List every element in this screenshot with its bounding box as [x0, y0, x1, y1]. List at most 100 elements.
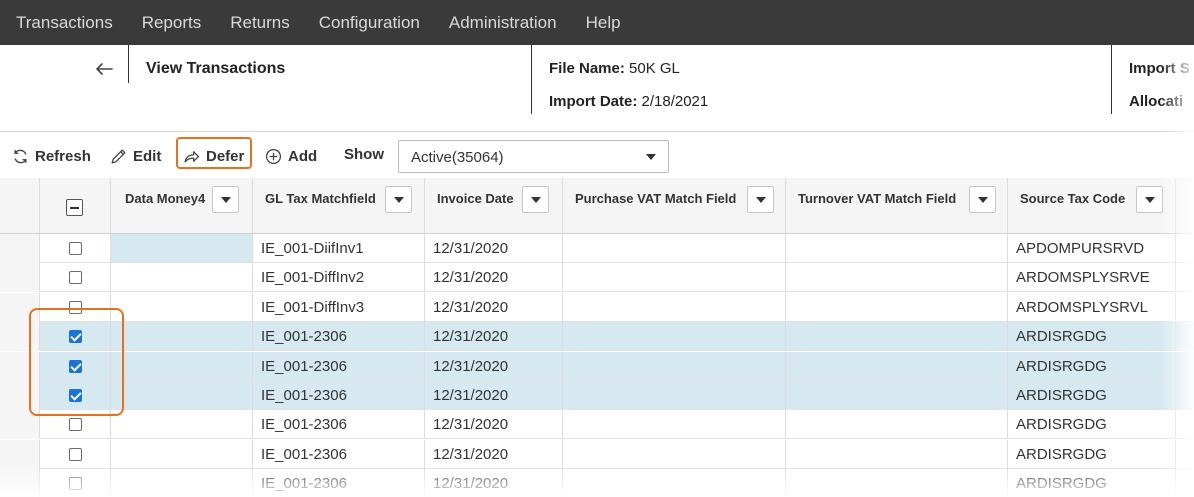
back-arrow-icon[interactable]	[92, 57, 116, 81]
divider	[128, 45, 129, 83]
cell-gl-tax-matchfield[interactable]: IE_001-DiifInv1	[253, 234, 425, 263]
cell-turnover-vat[interactable]	[786, 469, 1008, 497]
cell-gl-tax-matchfield[interactable]: IE_001-2306	[253, 440, 425, 469]
row-checkbox[interactable]	[69, 418, 82, 431]
col-filter-button[interactable]	[212, 186, 239, 213]
table-row[interactable]: IE_001-2306 12/31/2020 ARDISRGDG	[0, 381, 1194, 410]
cell-purchase-vat[interactable]	[563, 381, 786, 410]
cell-invoice-date[interactable]: 12/31/2020	[425, 293, 563, 322]
nav-administration[interactable]: Administration	[449, 13, 557, 33]
cell-source-tax-code[interactable]: ARDISRGDG	[1008, 381, 1176, 410]
edit-button[interactable]: Edit	[110, 140, 161, 172]
table-row[interactable]: IE_001-DiffInv2 12/31/2020 ARDOMSPLYSRVE	[0, 263, 1194, 292]
cell-source-tax-code[interactable]: ARDOMSPLYSRVE	[1008, 263, 1176, 292]
cell-invoice-date[interactable]: 12/31/2020	[425, 234, 563, 263]
table-row[interactable]: IE_001-2306 12/31/2020 ARDISRGDG	[0, 322, 1194, 351]
cell-purchase-vat[interactable]	[563, 469, 786, 497]
show-filter-select[interactable]: Active(35064)	[398, 140, 669, 173]
add-button[interactable]: Add	[265, 140, 317, 172]
cell-data-money4[interactable]	[111, 440, 253, 469]
cell-source-tax-code[interactable]: ARDISRGDG	[1008, 440, 1176, 469]
cell-invoice-date[interactable]: 12/31/2020	[425, 381, 563, 410]
cell-purchase-vat[interactable]	[563, 293, 786, 322]
cell-turnover-vat[interactable]	[786, 322, 1008, 351]
cell-purchase-vat[interactable]	[563, 410, 786, 439]
nav-returns[interactable]: Returns	[230, 13, 290, 33]
cell-turnover-vat[interactable]	[786, 410, 1008, 439]
table-row[interactable]: IE_001-2306 12/31/2020 ARDISRGDG	[0, 469, 1194, 497]
cell-turnover-vat[interactable]	[786, 381, 1008, 410]
cell-data-money4[interactable]	[111, 263, 253, 292]
cell-purchase-vat[interactable]	[563, 352, 786, 381]
cell-invoice-date[interactable]: 12/31/2020	[425, 263, 563, 292]
nav-configuration[interactable]: Configuration	[319, 13, 420, 33]
select-all-checkbox[interactable]	[66, 199, 83, 216]
cell-data-money4[interactable]	[111, 322, 253, 351]
col-filter-button[interactable]	[1136, 186, 1163, 213]
col-filter-button[interactable]	[969, 186, 996, 213]
cell-invoice-date[interactable]: 12/31/2020	[425, 469, 563, 497]
cell-source-tax-code[interactable]: ARDISRGDG	[1008, 410, 1176, 439]
col-filter-button[interactable]	[385, 186, 412, 213]
cell-data-money4[interactable]	[111, 234, 253, 263]
divider	[1111, 45, 1112, 114]
col-purchase-vat: Purchase VAT Match Field	[563, 178, 786, 234]
row-checkbox[interactable]	[69, 477, 82, 490]
cell-purchase-vat[interactable]	[563, 322, 786, 351]
col-purchase-vat-label: Purchase VAT Match Field	[575, 191, 737, 206]
cell-gl-tax-matchfield[interactable]: IE_001-2306	[253, 410, 425, 439]
table-row[interactable]: IE_001-DiffInv3 12/31/2020 ARDOMSPLYSRVL	[0, 293, 1194, 322]
col-invoice-date-label: Invoice Date	[437, 191, 514, 206]
col-gl-tax-matchfield: GL Tax Matchfield	[253, 178, 425, 234]
cell-data-money4[interactable]	[111, 410, 253, 439]
col-invoice-date: Invoice Date	[425, 178, 563, 234]
cell-invoice-date[interactable]: 12/31/2020	[425, 322, 563, 351]
cell-invoice-date[interactable]: 12/31/2020	[425, 440, 563, 469]
cell-data-money4[interactable]	[111, 293, 253, 322]
row-checkbox[interactable]	[69, 242, 82, 255]
cell-source-tax-code[interactable]: ARDISRGDG	[1008, 352, 1176, 381]
cell-gl-tax-matchfield[interactable]: IE_001-DiffInv2	[253, 263, 425, 292]
table-row[interactable]: IE_001-2306 12/31/2020 ARDISRGDG	[0, 410, 1194, 439]
row-checkbox[interactable]	[69, 448, 82, 461]
cell-gl-tax-matchfield[interactable]: IE_001-DiffInv3	[253, 293, 425, 322]
cell-purchase-vat[interactable]	[563, 234, 786, 263]
cell-purchase-vat[interactable]	[563, 440, 786, 469]
cell-data-money4[interactable]	[111, 352, 253, 381]
edit-label: Edit	[133, 147, 162, 165]
selection-highlight	[29, 308, 124, 416]
cell-purchase-vat[interactable]	[563, 263, 786, 292]
minus-icon	[70, 207, 79, 209]
transactions-grid: Data Money4 GL Tax Matchfield Invoice Da…	[0, 178, 1194, 497]
nav-reports[interactable]: Reports	[142, 13, 202, 33]
cell-gl-tax-matchfield[interactable]: IE_001-2306	[253, 469, 425, 497]
cell-data-money4[interactable]	[111, 381, 253, 410]
cell-turnover-vat[interactable]	[786, 293, 1008, 322]
nav-help[interactable]: Help	[586, 13, 621, 33]
cell-source-tax-code[interactable]: ARDISRGDG	[1008, 469, 1176, 497]
cell-invoice-date[interactable]: 12/31/2020	[425, 410, 563, 439]
cell-turnover-vat[interactable]	[786, 352, 1008, 381]
cell-turnover-vat[interactable]	[786, 440, 1008, 469]
col-filter-button[interactable]	[522, 186, 549, 213]
cell-turnover-vat[interactable]	[786, 234, 1008, 263]
cell-data-money4[interactable]	[111, 469, 253, 497]
select-all-header	[40, 178, 111, 234]
cell-gl-tax-matchfield[interactable]: IE_001-2306	[253, 322, 425, 351]
table-row[interactable]: IE_001-2306 12/31/2020 ARDISRGDG	[0, 440, 1194, 469]
refresh-button[interactable]: Refresh	[12, 140, 91, 172]
cell-gl-tax-matchfield[interactable]: IE_001-2306	[253, 381, 425, 410]
row-checkbox[interactable]	[69, 271, 82, 284]
cell-source-tax-code[interactable]: APDOMPURSRVD	[1008, 234, 1176, 263]
cell-gl-tax-matchfield[interactable]: IE_001-2306	[253, 352, 425, 381]
nav-transactions[interactable]: Transactions	[16, 13, 113, 33]
cell-turnover-vat[interactable]	[786, 263, 1008, 292]
divider	[531, 45, 532, 114]
cell-source-tax-code[interactable]: ARDISRGDG	[1008, 322, 1176, 351]
col-source-tax-code: Source Tax Code	[1008, 178, 1176, 234]
cell-source-tax-code[interactable]: ARDOMSPLYSRVL	[1008, 293, 1176, 322]
table-row[interactable]: IE_001-DiifInv1 12/31/2020 APDOMPURSRVD	[0, 234, 1194, 263]
cell-invoice-date[interactable]: 12/31/2020	[425, 352, 563, 381]
table-row[interactable]: IE_001-2306 12/31/2020 ARDISRGDG	[0, 352, 1194, 381]
col-filter-button[interactable]	[747, 186, 774, 213]
